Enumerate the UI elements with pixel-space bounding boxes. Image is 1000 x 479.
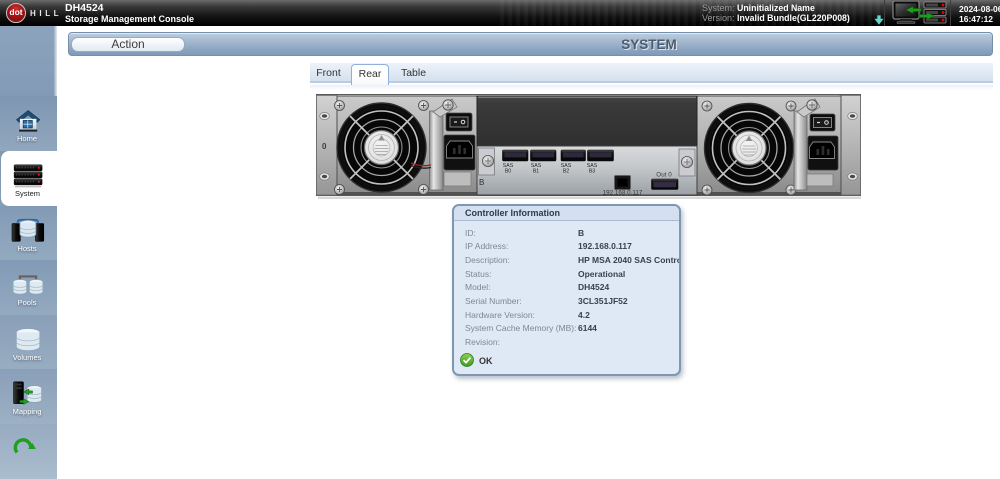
svg-text:B0: B0: [505, 169, 511, 175]
svg-text:B2: B2: [563, 169, 569, 175]
svg-text:Out 0: Out 0: [656, 172, 672, 179]
svg-text:B1: B1: [533, 169, 539, 175]
svg-text:0: 0: [322, 142, 327, 151]
svg-text:192.168.0.117: 192.168.0.117: [603, 190, 643, 197]
svg-text:B: B: [479, 178, 484, 187]
svg-text:B3: B3: [589, 169, 595, 175]
